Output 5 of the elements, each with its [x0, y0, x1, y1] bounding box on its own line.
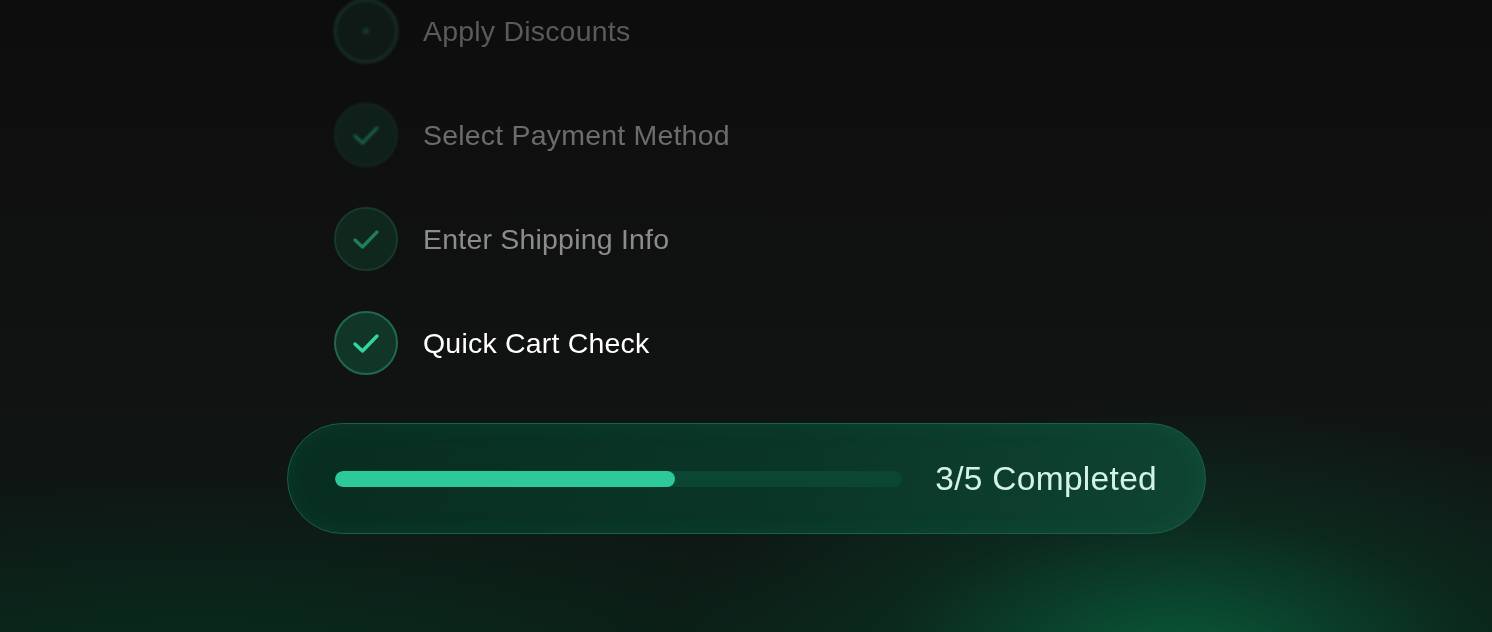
step-label: Apply Discounts: [423, 16, 631, 46]
step-label: Quick Cart Check: [423, 328, 650, 358]
step-label: Enter Shipping Info: [423, 224, 670, 254]
step-label: Select Payment Method: [423, 120, 730, 150]
progress-label: 3/5 Completed: [935, 461, 1157, 496]
